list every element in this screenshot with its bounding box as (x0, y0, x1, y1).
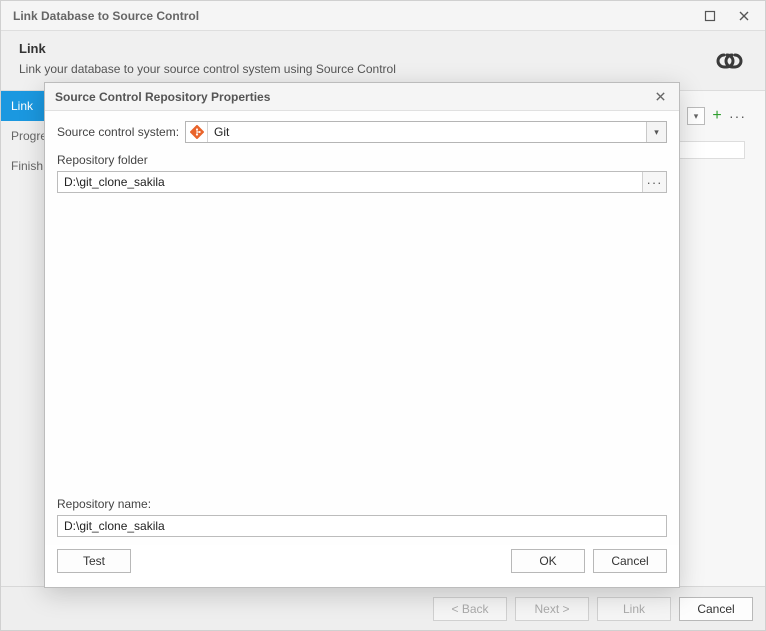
repo-folder-input[interactable] (58, 172, 642, 192)
repo-name-input-wrap (57, 515, 667, 537)
dialog-body: Source control system: Git ▾ (45, 111, 679, 545)
dialog-spacer (57, 203, 667, 487)
git-icon (186, 122, 208, 142)
source-control-system-row: Source control system: Git ▾ (57, 121, 667, 143)
page-subtitle: Link your database to your source contro… (19, 62, 747, 76)
window-titlebar: Link Database to Source Control (1, 1, 765, 31)
dialog-close-button[interactable] (647, 86, 673, 108)
scs-dropdown-arrow[interactable]: ▾ (646, 122, 666, 142)
ellipsis-icon: ··· (647, 175, 663, 190)
dialog-cancel-button[interactable]: Cancel (593, 549, 667, 573)
repo-properties-dialog: Source Control Repository Properties Sou… (44, 82, 680, 588)
chevron-down-icon: ▾ (654, 127, 659, 138)
chain-link-icon (715, 51, 747, 71)
ok-button[interactable]: OK (511, 549, 585, 573)
background-field-placeholder (675, 141, 745, 159)
window-close-button[interactable] (727, 4, 761, 28)
wizard-footer: < Back Next > Link Cancel (1, 586, 765, 630)
repo-folder-block: Repository folder ··· (57, 153, 667, 193)
close-icon (655, 91, 666, 102)
close-icon (738, 10, 750, 22)
dialog-footer: Test OK Cancel (45, 545, 679, 587)
scs-select[interactable]: Git ▾ (185, 121, 667, 143)
repo-folder-input-wrap: ··· (57, 171, 667, 193)
window-maximize-button[interactable] (693, 4, 727, 28)
repo-folder-label: Repository folder (57, 153, 667, 167)
ellipsis-icon: ··· (729, 108, 746, 124)
cancel-button[interactable]: Cancel (679, 597, 753, 621)
connection-toolbar: ▾ + ··· (687, 107, 745, 125)
repo-name-block: Repository name: (57, 497, 667, 537)
scs-label: Source control system: (57, 125, 179, 139)
page-title: Link (19, 41, 747, 56)
more-options-button[interactable]: ··· (729, 108, 745, 124)
test-button[interactable]: Test (57, 549, 131, 573)
next-button[interactable]: Next > (515, 597, 589, 621)
repo-name-label: Repository name: (57, 497, 667, 511)
back-button[interactable]: < Back (433, 597, 507, 621)
add-connection-button[interactable]: + (709, 107, 725, 125)
plus-icon: + (712, 107, 721, 124)
chevron-down-icon: ▾ (694, 111, 699, 122)
connection-dropdown[interactable]: ▾ (687, 107, 705, 125)
link-button[interactable]: Link (597, 597, 671, 621)
repo-folder-browse-button[interactable]: ··· (642, 172, 666, 192)
repo-name-input[interactable] (58, 516, 666, 536)
scs-selected-value: Git (208, 122, 646, 142)
maximize-icon (704, 10, 716, 22)
dialog-title: Source Control Repository Properties (55, 90, 647, 104)
dialog-titlebar: Source Control Repository Properties (45, 83, 679, 111)
window-title: Link Database to Source Control (13, 9, 693, 23)
